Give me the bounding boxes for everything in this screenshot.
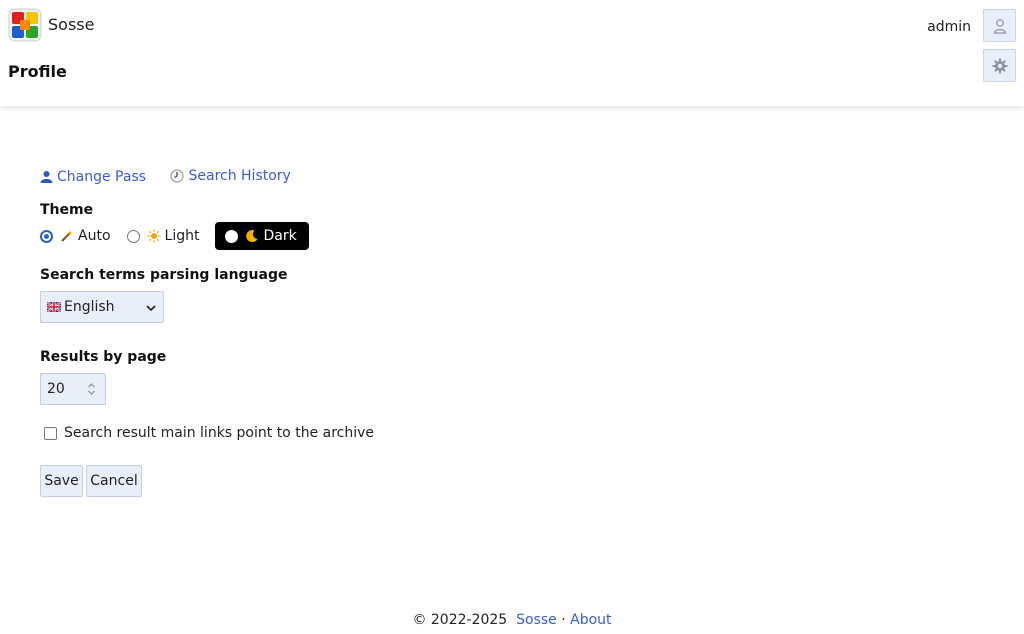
user-menu-button[interactable] <box>983 9 1016 42</box>
results-per-page-value: 20 <box>47 381 65 397</box>
change-pass-label: Change Pass <box>57 168 147 185</box>
archive-links-label: Search result main links point to the ar… <box>64 425 375 441</box>
theme-auto-radio[interactable] <box>40 229 53 243</box>
theme-light-label: Light <box>164 228 200 244</box>
search-history-label: Search History <box>188 168 291 184</box>
sosse-logo-icon[interactable] <box>8 8 42 42</box>
theme-light-radio[interactable] <box>126 229 140 243</box>
profile-links: Change Pass Search History <box>40 168 291 187</box>
language-label: Search terms parsing language <box>40 267 288 283</box>
theme-label: Theme <box>40 202 94 218</box>
footer-sosse-link[interactable]: Sosse <box>516 612 557 628</box>
gear-icon <box>992 58 1007 73</box>
settings-button[interactable] <box>983 49 1016 82</box>
results-per-page-label: Results by page <box>40 349 167 365</box>
page-title: Profile <box>8 62 67 81</box>
theme-light-option[interactable]: Light <box>121 222 206 250</box>
search-history-link[interactable]: Search History <box>170 168 291 184</box>
moon-icon <box>246 230 258 243</box>
language-selected-value: English <box>64 299 115 315</box>
results-per-page-input[interactable]: 20 <box>40 373 106 405</box>
user-icon <box>993 18 1006 34</box>
theme-dark-radio[interactable] <box>225 229 239 243</box>
footer-about-link[interactable]: About <box>570 612 611 628</box>
app-name[interactable]: Sosse <box>48 15 94 34</box>
chevron-down-icon <box>146 305 156 312</box>
uk-flag-icon <box>47 302 61 312</box>
theme-dark-option[interactable]: Dark <box>215 222 309 250</box>
magic-wand-icon <box>61 230 73 242</box>
archive-links-checkbox[interactable] <box>44 426 57 440</box>
spinner-arrows-icon[interactable] <box>87 381 96 397</box>
copyright-text: © 2022-2025 <box>412 612 508 628</box>
cancel-button[interactable]: Cancel <box>86 465 142 497</box>
save-button[interactable]: Save <box>40 465 83 497</box>
footer-separator: · <box>561 612 566 628</box>
archive-links-option[interactable]: Search result main links point to the ar… <box>40 425 374 441</box>
top-header: Sosse Profile admin <box>0 0 1024 106</box>
theme-dark-label: Dark <box>263 228 297 244</box>
theme-auto-option[interactable]: Auto <box>34 222 117 250</box>
language-select[interactable]: English <box>40 291 164 323</box>
sun-icon <box>147 229 161 243</box>
theme-selector: Auto Light Dark <box>40 222 309 250</box>
clock-icon <box>170 169 184 183</box>
username-label: admin <box>927 19 971 35</box>
footer: © 2022-2025 Sosse · About <box>0 612 1024 628</box>
user-icon <box>40 171 53 183</box>
change-pass-link[interactable]: Change Pass <box>40 169 146 185</box>
theme-auto-label: Auto <box>78 228 111 244</box>
